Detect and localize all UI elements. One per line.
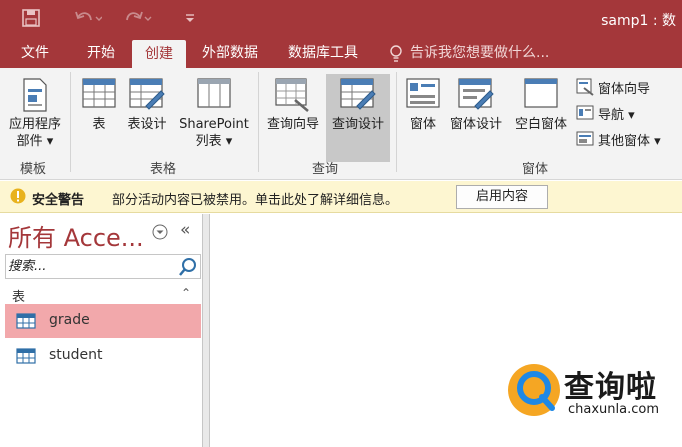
query-design-button[interactable]: 查询设计 [326, 74, 390, 162]
ribbon-create: 应用程序 部件 ▾ 模板 表 表设计 SharePoint 列表 ▾ 表格 查询… [0, 68, 682, 180]
query-design-icon [340, 78, 376, 114]
navigation-pane: 所有 Acce... « 表 ⌃ grade student [0, 214, 203, 447]
window-title: samp1 : 数 [601, 13, 676, 29]
tab-home[interactable]: 开始 [87, 38, 115, 68]
application-parts-button[interactable]: 应用程序 部件 ▾ [2, 74, 68, 162]
form-button[interactable]: 窗体 [402, 74, 444, 162]
search-icon[interactable] [178, 257, 198, 281]
tab-file[interactable]: 文件 [21, 38, 49, 68]
security-warning-title: 安全警告 [32, 193, 85, 208]
more-forms-icon [576, 131, 594, 146]
query-design-label: 查询设计 [331, 117, 384, 132]
collapse-nav-pane-icon[interactable]: « [180, 220, 190, 240]
watermark-url: chaxunla.com [568, 402, 659, 417]
table-design-button[interactable]: 表设计 [122, 74, 172, 162]
nav-item-student[interactable]: student [5, 339, 201, 373]
table-design-icon [129, 78, 165, 114]
form-design-button[interactable]: 窗体设计 [447, 74, 505, 162]
sharepoint-label-2: 列表 ▾ [195, 134, 233, 149]
group-label-templates: 模板 [20, 162, 47, 177]
redo-icon[interactable] [124, 9, 152, 31]
nav-item-label: grade [49, 312, 90, 328]
blank-form-label: 空白窗体 [514, 117, 567, 132]
table-design-label: 表设计 [127, 117, 167, 132]
navigation-icon [576, 105, 594, 120]
watermark-text: 查询啦 [564, 370, 657, 405]
security-warning-message[interactable]: 部分活动内容已被禁用。单击此处了解详细信息。 [112, 189, 398, 208]
form-wizard-label: 窗体向导 [598, 82, 651, 97]
watermark-logo-icon [506, 362, 562, 422]
form-wizard-icon [576, 78, 594, 96]
access-window: samp1 : 数 文件 开始 创建 外部数据 数据库工具 告诉我您想要做什么.… [0, 0, 682, 447]
table-icon [82, 78, 116, 112]
group-label-queries: 查询 [312, 162, 339, 177]
table-icon [16, 313, 36, 329]
warning-icon [10, 188, 26, 208]
form-label: 窗体 [409, 117, 436, 132]
form-design-icon [458, 78, 494, 114]
blank-form-icon [524, 78, 558, 112]
tab-external-data[interactable]: 外部数据 [202, 38, 258, 68]
form-design-label: 窗体设计 [449, 117, 502, 132]
nav-pane-splitter[interactable] [203, 214, 210, 447]
table-button[interactable]: 表 [76, 74, 122, 162]
tab-database-tools[interactable]: 数据库工具 [288, 38, 358, 68]
application-parts-icon [22, 78, 48, 116]
form-icon [406, 78, 440, 112]
table-icon [16, 348, 36, 364]
save-icon[interactable] [22, 9, 40, 31]
nav-search-box [5, 254, 201, 279]
sharepoint-lists-button[interactable]: SharePoint 列表 ▾ [173, 74, 255, 162]
query-wizard-button[interactable]: 查询向导 [262, 74, 324, 162]
nav-pane-title[interactable]: 所有 Acce... [8, 218, 144, 253]
group-divider [396, 72, 397, 172]
table-label: 表 [92, 117, 106, 132]
enable-content-button[interactable]: 启用内容 [456, 185, 548, 209]
security-warning-bar: 安全警告 部分活动内容已被禁用。单击此处了解详细信息。 启用内容 [0, 181, 682, 213]
group-divider [258, 72, 259, 172]
query-wizard-icon [275, 78, 311, 116]
undo-icon[interactable] [74, 9, 103, 31]
application-parts-label-2: 部件 ▾ [16, 134, 54, 149]
group-label-forms: 窗体 [522, 162, 549, 177]
customize-toolbar-icon[interactable] [184, 9, 196, 31]
sharepoint-list-icon [197, 78, 231, 112]
nav-pane-menu-icon[interactable] [152, 224, 168, 244]
watermark: 查询啦 chaxunla.com [506, 362, 676, 424]
ribbon-tabs: 文件 开始 创建 外部数据 数据库工具 告诉我您想要做什么... [0, 38, 682, 68]
chevron-up-icon: ⌃ [180, 286, 191, 300]
query-wizard-label: 查询向导 [266, 117, 319, 132]
sharepoint-label-1: SharePoint [179, 117, 249, 132]
group-divider [70, 72, 71, 172]
nav-item-label: student [49, 347, 103, 363]
nav-search-input[interactable] [8, 256, 176, 277]
application-parts-label-1: 应用程序 [8, 117, 61, 132]
lightbulb-icon [390, 45, 402, 62]
nav-category-label: 表 [12, 290, 26, 305]
nav-category-tables[interactable]: 表 ⌃ [5, 282, 201, 305]
blank-form-button[interactable]: 空白窗体 [508, 74, 574, 162]
group-label-tables: 表格 [150, 162, 177, 177]
navigation-label: 导航 ▾ [598, 108, 635, 123]
title-bar: samp1 : 数 [0, 0, 682, 38]
tell-me-text: 告诉我您想要做什么... [410, 45, 550, 61]
tab-create[interactable]: 创建 [132, 40, 186, 68]
more-forms-label: 其他窗体 ▾ [598, 134, 661, 149]
nav-item-grade[interactable]: grade [5, 304, 201, 338]
